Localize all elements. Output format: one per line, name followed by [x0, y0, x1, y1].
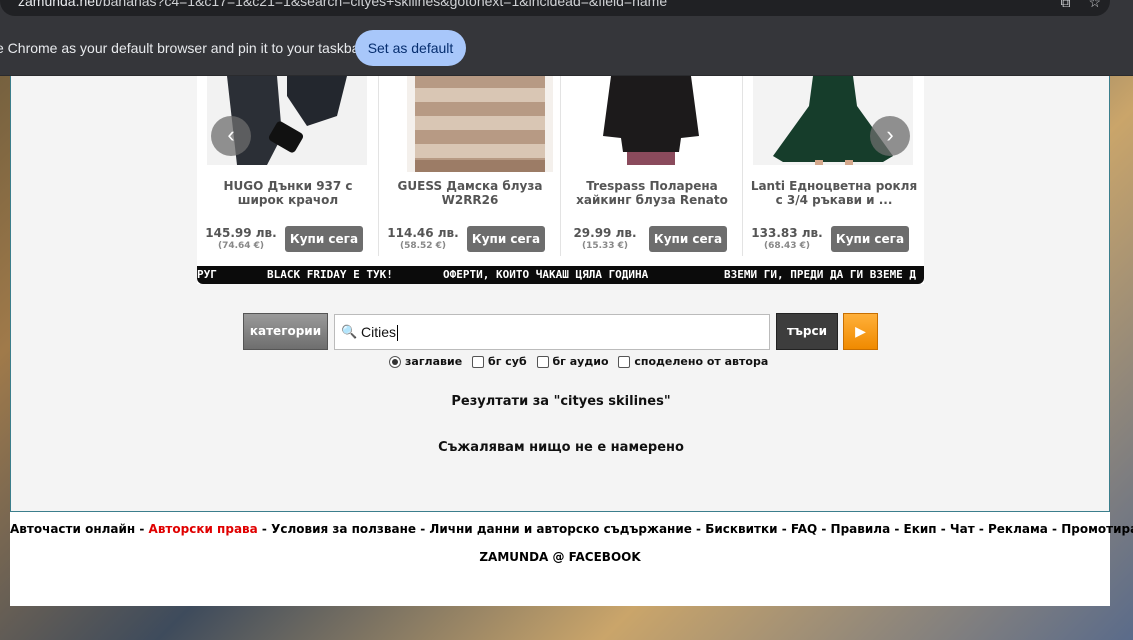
option-bg-audio[interactable]: бг аудио [536, 355, 609, 368]
promo-ticker[interactable]: РУГ BLACK FRIDAY Е ТУК! ОФЕРТИ, КОИТО ЧА… [197, 266, 924, 284]
bookmark-star-icon[interactable]: ☆ [1088, 0, 1101, 10]
buy-now-button[interactable]: Купи сега [831, 226, 909, 252]
product-card[interactable]: Lanti Едноцветна рокля с 3/4 ръкави и ..… [743, 76, 925, 256]
product-name[interactable]: GUESS Дамска блуза W2RR26 [385, 179, 555, 209]
url-path: /bananas?c4=1&c17=1&c21=1&search=cityes+… [98, 0, 668, 9]
set-as-default-button[interactable]: Set as default [355, 30, 466, 66]
footer-link[interactable]: Промотиране [1061, 522, 1133, 536]
facebook-link[interactable]: ZAMUNDA @ FACEBOOK [10, 550, 1110, 564]
option-title[interactable]: заглавие [389, 355, 462, 368]
product-price: 29.99 лв. (15.33 €) [573, 226, 637, 252]
address-bar[interactable]: zamunda.net/bananas?c4=1&c17=1&c21=1&sea… [0, 0, 1110, 16]
footer-link[interactable]: Бисквитки [705, 522, 777, 536]
url-host: zamunda.net [18, 0, 99, 9]
footer-link[interactable]: Авторски права [149, 522, 258, 536]
results-heading: Резултати за "cityes skilines" [451, 394, 671, 409]
product-price: 145.99 лв. (74.64 €) [205, 226, 277, 252]
page: HUGO Дънки 937 с широк крачол 145.99 лв.… [10, 76, 1133, 606]
buy-now-button[interactable]: Купи сега [467, 226, 545, 252]
carousel-next-button[interactable]: › [870, 116, 910, 156]
ticker-item: ВЗЕМИ ГИ, ПРЕДИ ДА ГИ ВЗЕМЕ Д [724, 268, 917, 281]
product-image[interactable] [571, 76, 731, 165]
search-options: заглавие бг суб бг аудио споделено от ав… [389, 354, 774, 370]
carousel-prev-button[interactable]: ‹ [211, 116, 251, 156]
search-query: Cities [361, 324, 397, 340]
translate-icon[interactable]: ⧉ [1060, 0, 1070, 10]
checkbox[interactable] [536, 355, 549, 368]
product-card[interactable]: HUGO Дънки 937 с широк крачол 145.99 лв.… [197, 76, 379, 256]
product-price: 133.83 лв. (68.43 €) [751, 226, 823, 252]
search-button[interactable]: търси [776, 313, 838, 350]
product-name[interactable]: Lanti Едноцветна рокля с 3/4 ръкави и ..… [749, 179, 919, 209]
checkbox[interactable] [618, 355, 631, 368]
address-bar-area: zamunda.net/bananas?c4=1&c17=1&c21=1&sea… [0, 0, 1133, 22]
text-caret [397, 325, 399, 342]
go-button[interactable]: ▶ [843, 313, 878, 350]
categories-button[interactable]: категории [243, 313, 328, 350]
search-icon: 🔍 [341, 324, 358, 339]
product-carousel: HUGO Дънки 937 с широк крачол 145.99 лв.… [197, 76, 924, 284]
product-image[interactable] [407, 76, 553, 172]
footer-link[interactable]: Чат [950, 522, 975, 536]
footer-link[interactable]: Авточасти онлайн [10, 522, 135, 536]
infobar-message: e Chrome as your default browser and pin… [0, 40, 365, 56]
ticker-item: ОФЕРТИ, КОИТО ЧАКАШ ЦЯЛА ГОДИНА [443, 268, 649, 281]
footer-link[interactable]: Условия за ползване [271, 522, 416, 536]
no-results-message: Съжалявам нищо не е намерено [438, 440, 684, 455]
option-shared-by-author[interactable]: споделено от автора [618, 355, 768, 368]
product-name[interactable]: Trespass Поларена хайкинг блуза Renato [567, 179, 737, 209]
search-input[interactable]: 🔍 Cities [334, 314, 770, 350]
footer-link[interactable]: Екип [904, 522, 937, 536]
buy-now-button[interactable]: Купи сега [285, 226, 363, 252]
radio-button[interactable] [389, 355, 401, 368]
address-bar-icons: ⧉ ☆ [1042, 0, 1101, 11]
footer-link[interactable]: Реклама [988, 522, 1048, 536]
option-bg-sub[interactable]: бг суб [472, 355, 527, 368]
product-name[interactable]: HUGO Дънки 937 с широк крачол [203, 179, 373, 209]
checkbox[interactable] [472, 355, 485, 368]
product-card[interactable]: GUESS Дамска блуза W2RR26 114.46 лв. (58.… [379, 76, 561, 256]
footer-links: Авточасти онлайн - Авторски права - Усло… [10, 522, 1133, 536]
footer-link[interactable]: FAQ [791, 522, 817, 536]
default-browser-infobar: e Chrome as your default browser and pin… [0, 22, 1133, 76]
footer-link[interactable]: Лични данни и авторско съдържание [429, 522, 692, 536]
content-box: HUGO Дънки 937 с широк крачол 145.99 лв.… [10, 76, 1110, 512]
product-price: 114.46 лв. (58.52 €) [387, 226, 459, 252]
ticker-item: BLACK FRIDAY Е ТУК! [267, 268, 393, 281]
buy-now-button[interactable]: Купи сега [649, 226, 727, 252]
footer-link[interactable]: Правила [831, 522, 891, 536]
product-card[interactable]: Trespass Поларена хайкинг блуза Renato 2… [561, 76, 743, 256]
ticker-item: РУГ [197, 268, 217, 281]
